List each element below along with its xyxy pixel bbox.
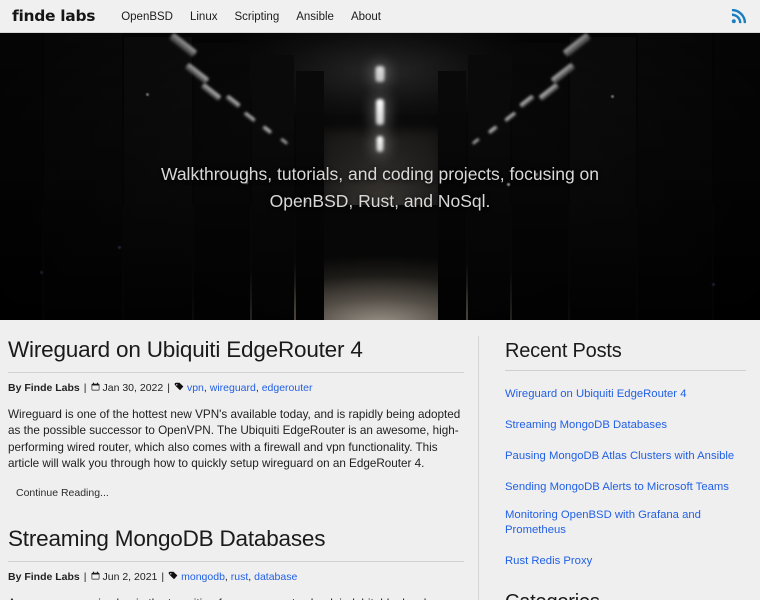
continue-reading-link[interactable]: Continue Reading... bbox=[16, 487, 109, 499]
list-item[interactable]: Pausing MongoDB Atlas Clusters with Ansi… bbox=[503, 446, 746, 464]
nav-link-linux[interactable]: Linux bbox=[190, 11, 218, 23]
list-item[interactable]: Rust Redis Proxy bbox=[503, 551, 746, 569]
hero-tagline: Walkthroughs, tutorials, and coding proj… bbox=[0, 161, 760, 215]
hero-tagline-line1: Walkthroughs, tutorials, and coding proj… bbox=[160, 164, 600, 184]
post-tags: vpn, wireguard, edgerouter bbox=[186, 382, 313, 394]
post-tag[interactable]: edgerouter bbox=[262, 382, 313, 394]
nav-link-ansible[interactable]: Ansible bbox=[296, 11, 334, 23]
post-title[interactable]: Streaming MongoDB Databases bbox=[6, 525, 464, 561]
categories-heading: Categories bbox=[503, 591, 746, 600]
nav-item-about[interactable]: About bbox=[351, 7, 381, 25]
list-item[interactable]: Sending MongoDB Alerts to Microsoft Team… bbox=[503, 477, 746, 495]
top-navbar: finde labs OpenBSD Linux Scripting Ansib… bbox=[0, 0, 760, 33]
post-date: Jan 30, 2022 bbox=[102, 382, 164, 394]
post-tag[interactable]: mongodb bbox=[181, 571, 225, 583]
site-logo[interactable]: finde labs bbox=[12, 7, 96, 25]
recent-posts-heading: Recent Posts bbox=[505, 340, 622, 362]
categories-block: Categories ansible 2 bbox=[503, 591, 746, 600]
sidebar: Recent Posts Wireguard on Ubiquiti EdgeR… bbox=[479, 336, 760, 600]
post-tag[interactable]: rust bbox=[231, 571, 249, 583]
nav-item-linux[interactable]: Linux bbox=[190, 7, 218, 25]
recent-post-link[interactable]: Wireguard on Ubiquiti EdgeRouter 4 bbox=[505, 387, 686, 402]
post-author: By Finde Labs bbox=[8, 570, 80, 583]
page-content: Wireguard on Ubiquiti EdgeRouter 4 By Fi… bbox=[0, 320, 760, 600]
post-meta: By Finde Labs | Jan 30, 2022 | vpn, wire… bbox=[6, 382, 464, 395]
calendar-icon bbox=[91, 382, 100, 395]
nav-link-about[interactable]: About bbox=[351, 11, 381, 23]
post-meta: By Finde Labs | Jun 2, 2021 | mongodb, r… bbox=[6, 571, 464, 584]
post-tag[interactable]: vpn bbox=[187, 382, 204, 394]
post-title-divider bbox=[8, 560, 464, 562]
recent-post-link[interactable]: Pausing MongoDB Atlas Clusters with Ansi… bbox=[505, 449, 734, 464]
meta-separator: | bbox=[161, 570, 165, 583]
post-tag[interactable]: wireguard bbox=[210, 382, 256, 394]
main-nav: OpenBSD Linux Scripting Ansible About bbox=[121, 7, 381, 25]
post-author: By Finde Labs bbox=[8, 382, 80, 394]
rss-icon[interactable] bbox=[731, 8, 747, 24]
post-article: Wireguard on Ubiquiti EdgeRouter 4 By Fi… bbox=[6, 336, 464, 521]
post-title-divider bbox=[8, 372, 464, 373]
recent-post-link[interactable]: Streaming MongoDB Databases bbox=[505, 418, 667, 433]
post-excerpt: As many companies begin the transition f… bbox=[6, 596, 464, 600]
hero-banner: Walkthroughs, tutorials, and coding proj… bbox=[0, 33, 760, 320]
nav-item-scripting[interactable]: Scripting bbox=[234, 7, 279, 25]
recent-posts-divider bbox=[505, 370, 746, 371]
tag-icon bbox=[168, 571, 178, 584]
calendar-icon bbox=[91, 571, 100, 584]
meta-separator: | bbox=[83, 570, 87, 583]
post-tag[interactable]: database bbox=[254, 571, 297, 583]
meta-separator: | bbox=[167, 382, 170, 394]
nav-item-ansible[interactable]: Ansible bbox=[296, 7, 334, 25]
post-title[interactable]: Wireguard on Ubiquiti EdgeRouter 4 bbox=[6, 336, 464, 372]
post-article: Streaming MongoDB Databases By Finde Lab… bbox=[6, 525, 464, 600]
recent-post-link[interactable]: Rust Redis Proxy bbox=[505, 554, 592, 569]
post-excerpt: Wireguard is one of the hottest new VPN'… bbox=[8, 408, 461, 471]
recent-post-link[interactable]: Sending MongoDB Alerts to Microsoft Team… bbox=[505, 480, 729, 495]
nav-link-scripting[interactable]: Scripting bbox=[234, 11, 279, 23]
list-item[interactable]: Monitoring OpenBSD with Grafana and Prom… bbox=[503, 508, 746, 538]
recent-posts-list: Wireguard on Ubiquiti EdgeRouter 4 Strea… bbox=[503, 384, 746, 569]
list-item[interactable]: Streaming MongoDB Databases bbox=[503, 415, 746, 433]
nav-link-openbsd[interactable]: OpenBSD bbox=[121, 11, 173, 23]
post-tags: mongodb, rust, database bbox=[181, 570, 298, 583]
list-item[interactable]: Wireguard on Ubiquiti EdgeRouter 4 bbox=[503, 384, 746, 402]
meta-separator: | bbox=[83, 382, 87, 394]
recent-post-link[interactable]: Monitoring OpenBSD with Grafana and Prom… bbox=[505, 508, 746, 538]
tag-icon bbox=[174, 382, 184, 395]
nav-item-openbsd[interactable]: OpenBSD bbox=[121, 7, 173, 25]
hero-tagline-line2: OpenBSD, Rust, and NoSql. bbox=[269, 191, 491, 211]
post-date: Jun 2, 2021 bbox=[102, 570, 158, 583]
main-column: Wireguard on Ubiquiti EdgeRouter 4 By Fi… bbox=[0, 336, 479, 600]
